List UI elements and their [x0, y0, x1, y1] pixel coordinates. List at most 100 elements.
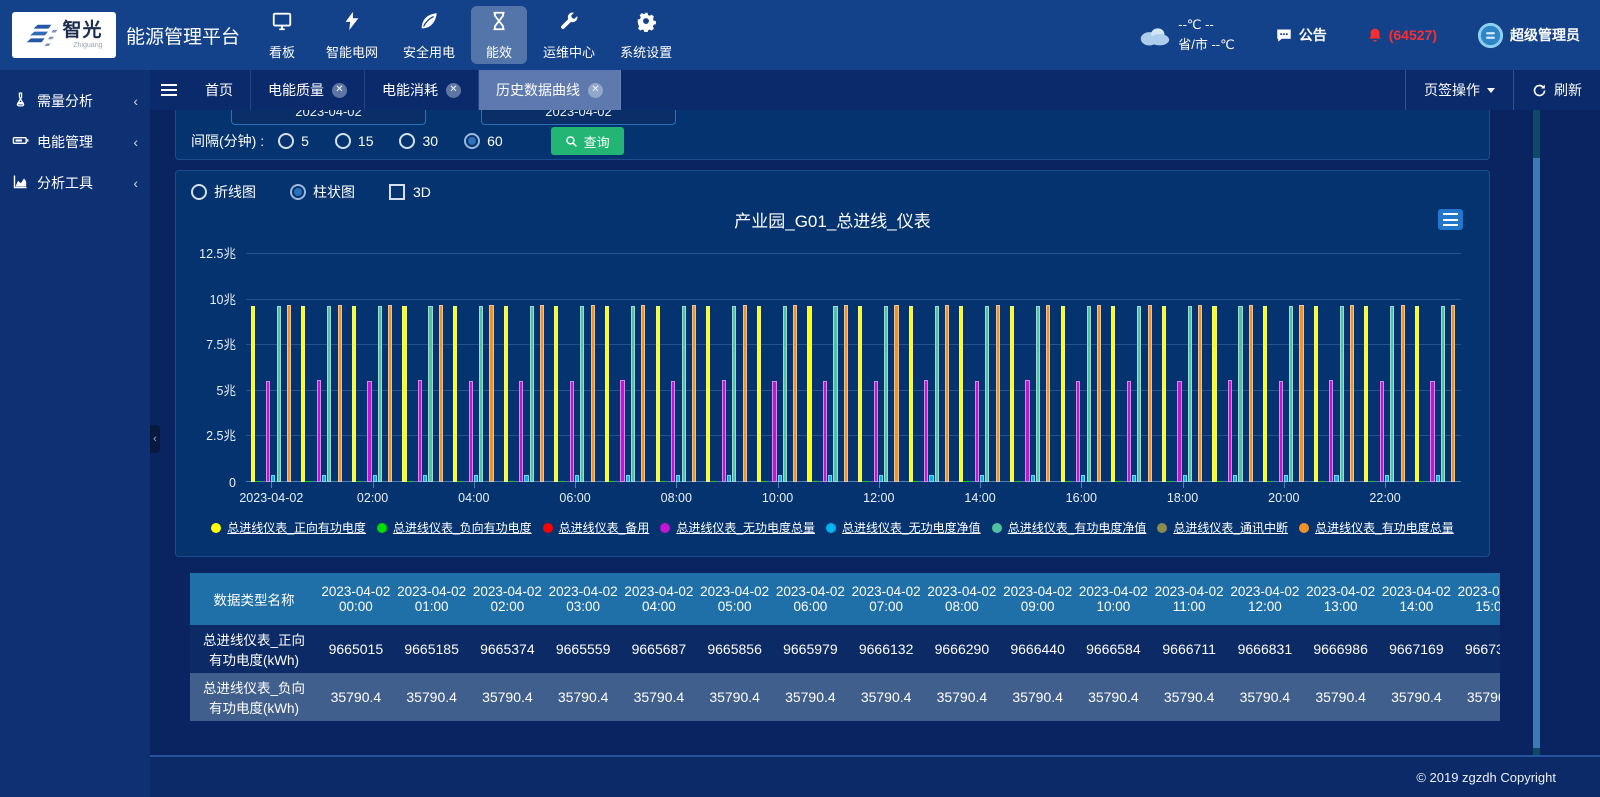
bar[interactable]	[519, 381, 523, 482]
bar[interactable]	[1319, 481, 1323, 482]
bar[interactable]	[287, 305, 291, 482]
bar[interactable]	[1188, 306, 1192, 482]
nav-item-ops-center[interactable]: 运维中心	[534, 6, 604, 64]
bar[interactable]	[844, 305, 848, 482]
bar[interactable]	[894, 305, 898, 482]
bar[interactable]	[914, 481, 918, 482]
bar[interactable]	[428, 306, 432, 482]
bar[interactable]	[1299, 305, 1303, 482]
bar[interactable]	[1167, 481, 1171, 482]
bar[interactable]	[778, 475, 782, 482]
bar[interactable]	[1132, 475, 1136, 482]
bar[interactable]	[1061, 306, 1065, 482]
bar[interactable]	[266, 381, 270, 482]
bar[interactable]	[1081, 475, 1085, 482]
bar[interactable]	[373, 475, 377, 482]
legend-item[interactable]: 总进线仪表_有功电度净值	[992, 519, 1147, 536]
bar[interactable]	[489, 305, 493, 482]
bar[interactable]	[540, 305, 544, 482]
bar[interactable]	[1031, 475, 1035, 482]
tab-actions-dropdown[interactable]: 页签操作	[1405, 70, 1513, 110]
bar[interactable]	[1268, 481, 1272, 482]
sidebar-toggle-button[interactable]	[150, 70, 188, 110]
bar[interactable]	[1415, 306, 1419, 482]
bar[interactable]	[783, 306, 787, 482]
bar[interactable]	[1177, 381, 1181, 482]
bar[interactable]	[524, 475, 528, 482]
bar[interactable]	[1015, 481, 1019, 482]
interval-radio-30[interactable]: 30	[399, 133, 438, 149]
sidebar-collapse-handle[interactable]: ‹	[150, 425, 160, 453]
threed-checkbox[interactable]: 3D	[389, 184, 431, 200]
bar[interactable]	[1314, 306, 1318, 482]
bar[interactable]	[559, 481, 563, 482]
bar[interactable]	[277, 306, 281, 482]
bar[interactable]	[661, 481, 665, 482]
bar[interactable]	[1148, 305, 1152, 482]
end-date-input[interactable]: 2023-04-02	[481, 110, 676, 125]
interval-radio-5[interactable]: 5	[278, 133, 309, 149]
bar[interactable]	[1046, 305, 1050, 482]
sidebar-item-analysis-tools[interactable]: 分析工具‹	[0, 162, 150, 203]
sidebar-item-energy-management[interactable]: 电能管理‹	[0, 121, 150, 162]
tab-close-icon[interactable]: ✕	[446, 83, 461, 98]
bar[interactable]	[1137, 306, 1141, 482]
bar[interactable]	[580, 306, 584, 482]
bar[interactable]	[631, 306, 635, 482]
bar[interactable]	[743, 305, 747, 482]
start-date-input[interactable]: 2023-04-02	[231, 110, 426, 125]
bar[interactable]	[575, 475, 579, 482]
bar[interactable]	[1441, 306, 1445, 482]
bar[interactable]	[727, 475, 731, 482]
bar[interactable]	[833, 306, 837, 482]
bar[interactable]	[732, 306, 736, 482]
user-menu[interactable]: 超级管理员	[1477, 22, 1580, 49]
bar[interactable]	[1364, 306, 1368, 482]
bar[interactable]	[996, 305, 1000, 482]
bar[interactable]	[1385, 475, 1389, 482]
legend-item[interactable]: 总进线仪表_有功电度总量	[1299, 519, 1454, 536]
bar[interactable]	[1076, 381, 1080, 482]
bar[interactable]	[626, 475, 630, 482]
tab-历史数据曲线[interactable]: 历史数据曲线✕	[479, 70, 621, 110]
bar[interactable]	[692, 305, 696, 482]
bar[interactable]	[641, 305, 645, 482]
bar[interactable]	[1430, 381, 1434, 482]
bar[interactable]	[338, 305, 342, 482]
legend-item[interactable]: 总进线仪表_无功电度净值	[826, 519, 981, 536]
bar[interactable]	[671, 381, 675, 482]
bar[interactable]	[1111, 306, 1115, 482]
notice-button[interactable]: 公告	[1275, 25, 1327, 45]
bar[interactable]	[807, 306, 811, 482]
bar[interactable]	[1380, 381, 1384, 482]
bar[interactable]	[1218, 481, 1222, 482]
tab-首页[interactable]: 首页	[188, 70, 251, 110]
bar[interactable]	[772, 381, 776, 482]
nav-item-safe-power[interactable]: 安全用电	[394, 6, 464, 64]
bar[interactable]	[929, 475, 933, 482]
interval-radio-60[interactable]: 60	[464, 133, 503, 149]
bar[interactable]	[793, 305, 797, 482]
bar[interactable]	[504, 306, 508, 482]
bar[interactable]	[682, 306, 686, 482]
bar[interactable]	[1390, 306, 1394, 482]
bar-chart-radio[interactable]: 柱状图	[290, 182, 355, 202]
bar[interactable]	[352, 306, 356, 482]
bar[interactable]	[474, 475, 478, 482]
legend-item[interactable]: 总进线仪表_备用	[543, 519, 650, 536]
bar[interactable]	[317, 380, 321, 482]
bar[interactable]	[762, 481, 766, 482]
bar[interactable]	[469, 381, 473, 482]
bar[interactable]	[863, 481, 867, 482]
bar[interactable]	[423, 475, 427, 482]
tab-电能质量[interactable]: 电能质量✕	[251, 70, 365, 110]
bar[interactable]	[1010, 306, 1014, 482]
bar[interactable]	[711, 481, 715, 482]
bar[interactable]	[509, 481, 513, 482]
bar[interactable]	[1369, 481, 1373, 482]
bar[interactable]	[367, 381, 371, 482]
alarm-button[interactable]: (64527)	[1367, 26, 1437, 44]
bar[interactable]	[1036, 306, 1040, 482]
tab-电能消耗[interactable]: 电能消耗✕	[365, 70, 479, 110]
bar[interactable]	[1116, 481, 1120, 482]
